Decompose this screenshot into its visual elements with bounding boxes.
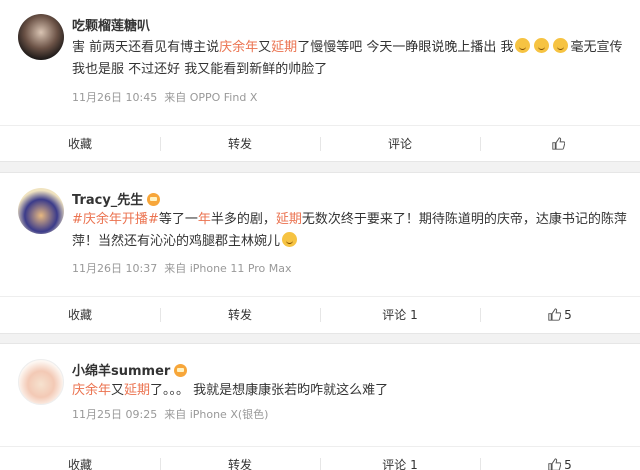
like-button[interactable] [480, 126, 640, 162]
like-button[interactable]: 5 [480, 297, 640, 333]
avatar[interactable] [18, 188, 64, 234]
hashtag-link[interactable]: # [148, 212, 159, 227]
text-segment: 了。。。 我就是想康康张若昀咋就这么难了 [150, 383, 389, 398]
username[interactable]: Tracy_先生 [72, 189, 161, 208]
vip-crown-icon [147, 193, 161, 206]
repost-label: 转发 [227, 308, 252, 322]
text-segment: 害 前两天还看见有博主说 [72, 40, 220, 55]
repost-button[interactable]: 转发 [160, 297, 320, 333]
keyword-highlight: 庆余年 [72, 383, 112, 398]
comment-button[interactable]: 评论 1 [320, 297, 480, 333]
emoji-icon [282, 232, 298, 247]
comment-button[interactable]: 评论 1 [320, 447, 480, 470]
like-count: 5 [564, 458, 572, 470]
thumbs-up-icon [548, 458, 562, 470]
comment-feed: 收藏 转发 评论 吃颗榴莲糖叭 害 前两天还看见有博主说庆余年又延期了慢慢等吧 … [0, 0, 640, 470]
comment-meta: 11月26日 10:37 来自 iPhone 11 Pro Max [72, 260, 292, 276]
collect-button[interactable]: 收藏 [0, 126, 160, 162]
text-segment: 又 [258, 40, 272, 55]
keyword-highlight: 延期 [124, 383, 151, 398]
text-segment: 等了一 [158, 212, 198, 227]
timestamp: 11月26日 10:45 [72, 91, 158, 104]
keyword-highlight: 延期 [275, 212, 302, 227]
source: 来自 OPPO Find X [164, 91, 258, 104]
comment-label: 评论 [387, 137, 412, 151]
source: 来自 iPhone X(银色) [164, 408, 269, 421]
vip-crown-icon [174, 364, 188, 377]
text-segment: 了慢慢等吧 今天一睁眼说晚上播出 我 [297, 40, 514, 55]
like-button[interactable]: 5 [480, 447, 640, 470]
collect-label: 收藏 [67, 308, 92, 322]
comment-text: 庆余年又延期了。。。 我就是想康康张若昀咋就这么难了 [72, 380, 628, 402]
hashtag-link[interactable]: 开播 [122, 212, 148, 227]
username-text: Tracy_先生 [72, 193, 144, 208]
text-segment: 半多的剧， [210, 212, 276, 227]
action-bar: 收藏 转发 评论 [0, 125, 640, 162]
action-bar: 收藏 转发 评论 1 5 [0, 296, 640, 333]
avatar[interactable] [18, 359, 64, 405]
repost-button[interactable]: 转发 [160, 447, 320, 470]
keyword-highlight: 延期 [271, 40, 298, 55]
emoji-icon [534, 38, 550, 53]
collect-label: 收藏 [67, 458, 92, 470]
timestamp: 11月25日 09:25 [72, 408, 158, 421]
keyword-highlight[interactable]: 庆余年 [83, 212, 122, 227]
like-count: 5 [564, 308, 572, 322]
action-bar: 收藏 转发 评论 1 5 [0, 446, 640, 470]
hashtag-link[interactable]: # [72, 212, 83, 227]
text-segment: 又 [111, 383, 125, 398]
repost-button[interactable]: 转发 [160, 126, 320, 162]
avatar[interactable] [18, 14, 64, 60]
comment-label: 评论 1 [382, 308, 418, 322]
repost-label: 转发 [227, 458, 252, 470]
username-text: 小绵羊summer [72, 364, 171, 379]
comment-text: 害 前两天还看见有博主说庆余年又延期了慢慢等吧 今天一睁眼说晚上播出 我毫无宣传… [72, 37, 628, 81]
collect-button[interactable]: 收藏 [0, 297, 160, 333]
comment-meta: 11月25日 09:25 来自 iPhone X(银色) [72, 406, 268, 422]
username[interactable]: 吃颗榴莲糖叭 [72, 15, 150, 34]
comment-label: 评论 1 [382, 458, 418, 470]
repost-label: 转发 [227, 137, 252, 151]
emoji-icon [515, 38, 531, 53]
timestamp: 11月26日 10:37 [72, 262, 158, 275]
username[interactable]: 小绵羊summer [72, 360, 188, 379]
collect-button[interactable]: 收藏 [0, 447, 160, 470]
comment-button[interactable]: 评论 [320, 126, 480, 162]
comment-text: #庆余年开播#等了一年半多的剧，延期无数次终于要来了！期待陈道明的庆帝，达康书记… [72, 209, 628, 253]
thumbs-up-icon [552, 137, 565, 150]
keyword-highlight: 庆余年 [219, 40, 259, 55]
emoji-icon [553, 38, 569, 53]
collect-label: 收藏 [67, 137, 92, 151]
keyword-highlight: 年 [197, 212, 211, 227]
thumbs-up-icon [548, 308, 562, 321]
comment-meta: 11月26日 10:45 来自 OPPO Find X [72, 89, 257, 105]
source: 来自 iPhone 11 Pro Max [164, 262, 292, 275]
